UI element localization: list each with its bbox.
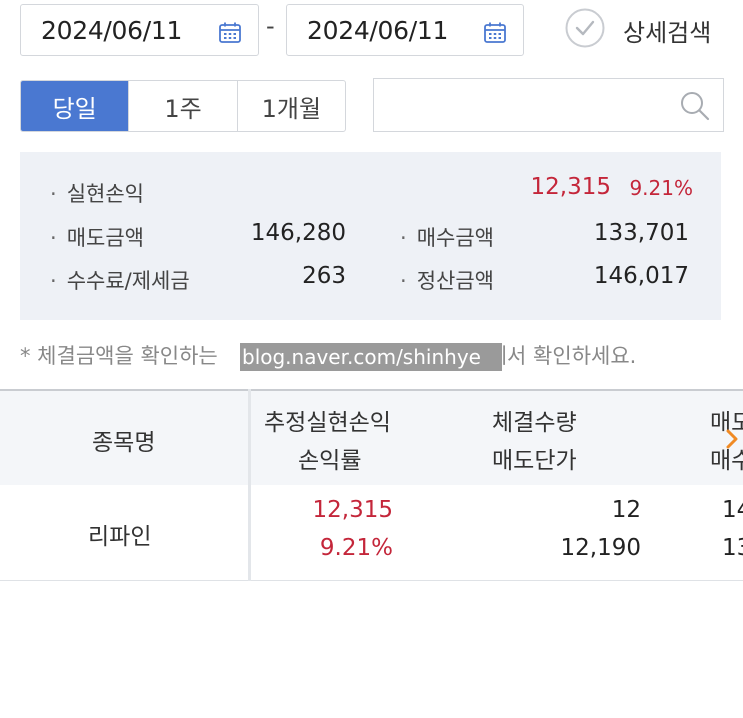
scroll-right-arrow-icon[interactable] (722, 429, 742, 449)
row-pl-rate: 9.21% (319, 535, 393, 561)
summary-panel: · 실현손익 12,315 9.21% · 매도금액 146,280 · 매수금액 1… (20, 152, 721, 320)
tab-1-month[interactable]: 1개월 (236, 81, 345, 131)
buy-amount-label: · 매수금액 (400, 226, 494, 250)
row-estimated-pl: 12,315 (312, 497, 393, 523)
end-date-field[interactable]: 2024/06/11 (286, 4, 524, 56)
detail-search-toggle[interactable]: 상세검색 (565, 8, 711, 52)
header-sell-price: 매도단가 (492, 448, 577, 474)
blog-watermark: blog.naver.com/shinhye (240, 343, 502, 371)
realized-pl-label: · 실현손익 (50, 182, 144, 206)
end-date-value: 2024/06/11 (307, 16, 449, 45)
settlement-label: · 정산금액 (400, 269, 494, 293)
check-circle-icon[interactable] (565, 8, 605, 52)
header-pl-rate: 손익률 (298, 448, 362, 474)
fee-tax-label: · 수수료/제세금 (50, 269, 190, 293)
tab-today[interactable]: 당일 (21, 81, 129, 131)
search-icon[interactable] (679, 90, 711, 126)
row-buy-amount-partial: 13 (722, 535, 743, 561)
table-row[interactable]: 리파인 12,315 9.21% 12 12,190 14 13 (0, 485, 743, 581)
buy-amount-value: 133,701 (593, 220, 689, 246)
row-stock-name[interactable]: 리파인 (88, 517, 151, 551)
table-header: 종목명 추정실현손익 손익률 체결수량 매도단가 매도 매수 (0, 389, 743, 485)
stock-search-box (373, 78, 724, 132)
tab-1-week[interactable]: 1주 (128, 81, 236, 131)
row-sell-price: 12,190 (560, 535, 641, 561)
header-estimated-pl: 추정실현손익 (264, 410, 391, 436)
start-date-field[interactable]: 2024/06/11 (20, 4, 259, 56)
frozen-column-divider (248, 389, 251, 581)
period-tabs: 당일 1주 1개월 (20, 80, 346, 132)
calendar-icon[interactable] (218, 21, 242, 49)
date-range-separator: - (266, 12, 275, 40)
header-stock-name: 종목명 (92, 430, 156, 456)
stock-search-input[interactable] (384, 79, 678, 131)
settlement-value: 146,017 (593, 263, 689, 289)
header-exec-quantity: 체결수량 (492, 410, 577, 436)
calendar-icon[interactable] (483, 21, 507, 49)
row-exec-quantity: 12 (611, 497, 641, 523)
realized-pl-rate: 9.21% (629, 176, 693, 200)
row-sell-amount-partial: 14 (722, 497, 743, 523)
detail-search-label: 상세검색 (623, 18, 712, 47)
sell-amount-value: 146,280 (250, 220, 346, 246)
sell-amount-label: · 매도금액 (50, 226, 144, 250)
realized-pl-value: 12,315 (530, 174, 611, 200)
trade-table: 종목명 추정실현손익 손익률 체결수량 매도단가 매도 매수 리파인 12,31… (0, 389, 743, 581)
fee-tax-value: 263 (302, 263, 346, 289)
start-date-value: 2024/06/11 (41, 16, 183, 45)
